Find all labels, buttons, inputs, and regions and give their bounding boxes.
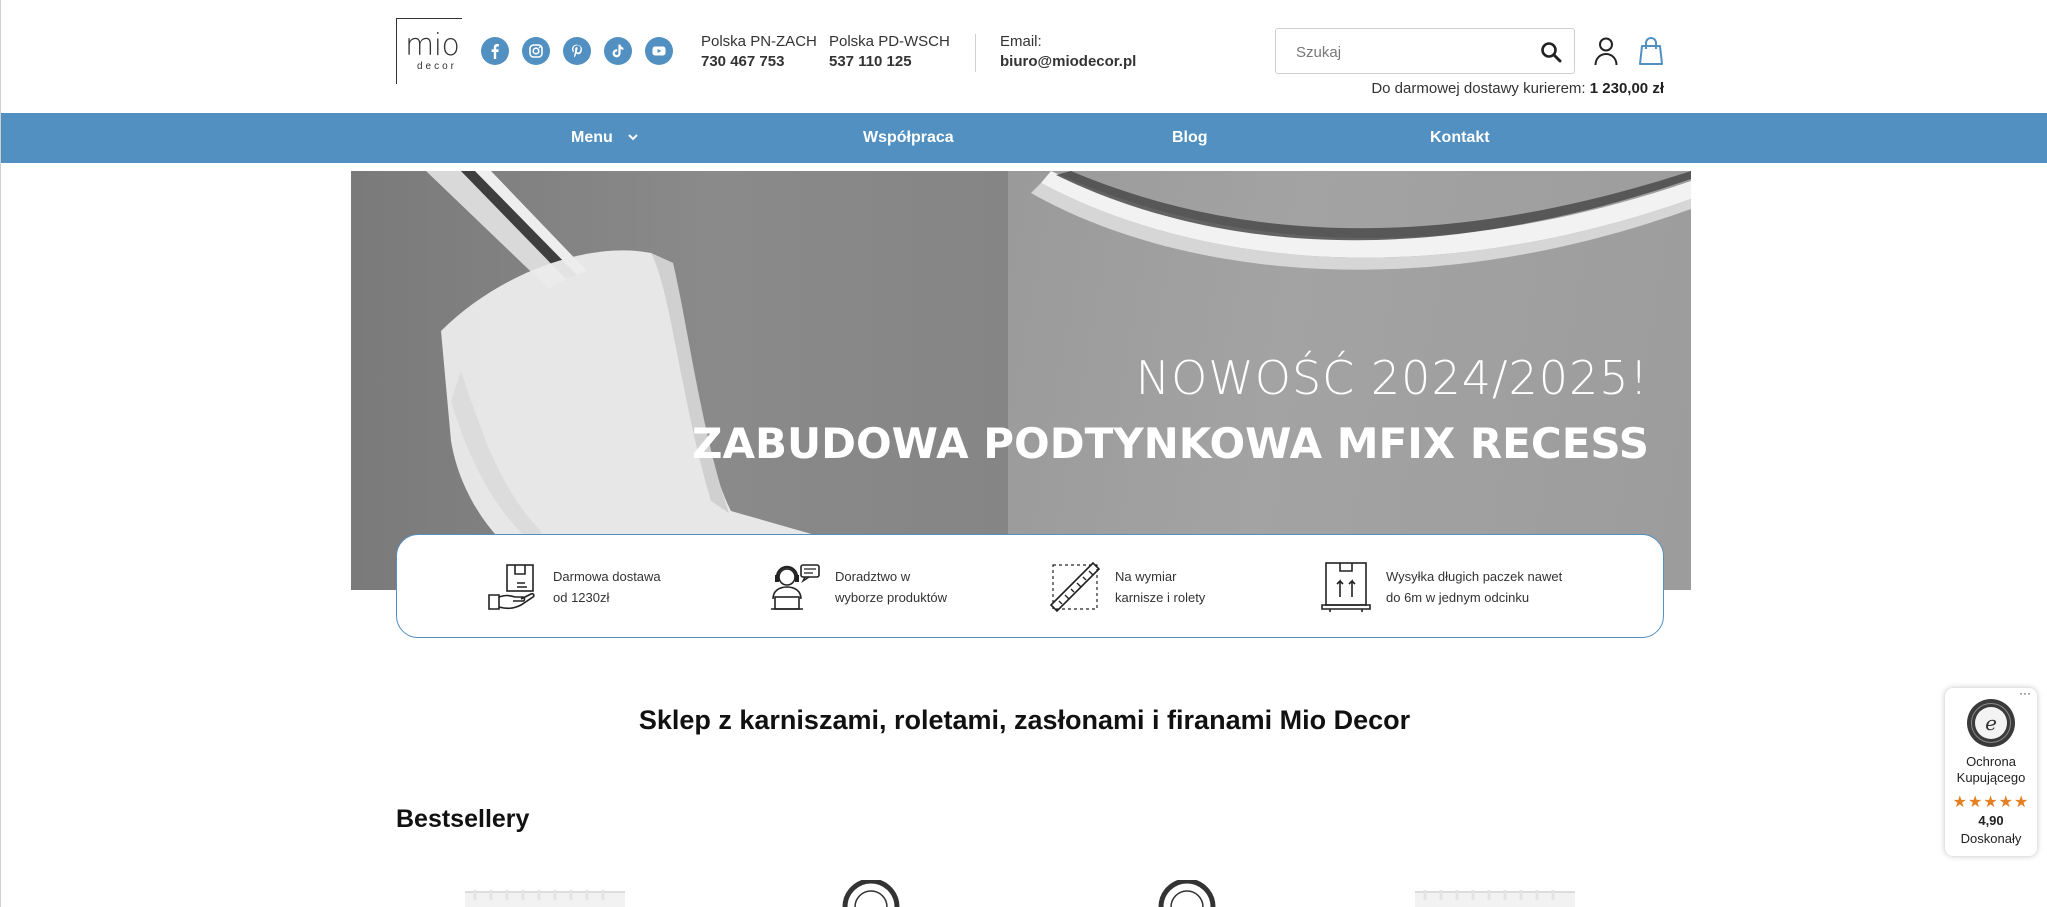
- pinterest-icon[interactable]: [563, 37, 591, 65]
- facebook-icon[interactable]: [481, 37, 509, 65]
- page-title: Sklep z karniszami, roletami, zasłonami …: [638, 705, 1411, 735]
- measure-ruler-icon: [1049, 561, 1101, 613]
- trusted-shops-badge[interactable]: ··· e Ochrona Kupującego ★★★★★ 4,90 Dosk…: [1945, 686, 2037, 856]
- free-shipping-info: Do darmowej dostawy kurierem: 1 230,00 z…: [1371, 80, 1664, 97]
- nav-item-menu[interactable]: Menu: [571, 113, 639, 163]
- buyer-protection-line1: Ochrona: [1966, 754, 2016, 769]
- product-thumbnail[interactable]: [841, 880, 901, 907]
- chevron-down-icon: [628, 134, 638, 141]
- search-icon[interactable]: [1540, 41, 1562, 63]
- nav-item-kontakt[interactable]: Kontakt: [1430, 113, 1490, 163]
- product-thumbnail[interactable]: [461, 880, 629, 907]
- logo-main-text: mio: [405, 28, 460, 63]
- svg-text:e: e: [1985, 711, 1997, 735]
- contact-divider: [975, 34, 976, 72]
- rating-score: 4,90: [1978, 813, 2004, 828]
- bestsellers-heading: Bestsellery: [396, 805, 530, 833]
- site-header: mio decor Polska PN-ZACH 730 467 753 Pol…: [1, 0, 2047, 113]
- contact-email-label: Email:: [1000, 33, 1042, 50]
- benefit-long-shipping: Wysyłka długich paczek nawet do 6m w jedn…: [1320, 561, 1562, 613]
- social-links: [481, 37, 673, 65]
- contact-east-phone[interactable]: 537 110 125: [829, 52, 950, 72]
- benefit-2-line2: wyborze produktów: [835, 590, 947, 605]
- tiktok-icon[interactable]: [604, 37, 632, 65]
- contact-east-label: Polska PD-WSCH: [829, 33, 950, 50]
- main-nav: Menu Współpraca Blog Kontakt: [1, 113, 2047, 163]
- hero-headline: NOWOŚĆ 2024/2025!: [1135, 351, 1649, 405]
- benefit-4-line1: Wysyłka długich paczek nawet: [1386, 569, 1563, 584]
- search-input[interactable]: [1296, 41, 1516, 63]
- benefit-1-line1: Darmowa dostawa: [553, 569, 661, 584]
- nav-item-blog[interactable]: Blog: [1172, 113, 1208, 163]
- buyer-protection-label: Ochrona Kupującego: [1945, 754, 2037, 786]
- cart-bag-icon[interactable]: [1638, 36, 1664, 66]
- benefit-free-delivery: Darmowa dostawa od 1230zł: [487, 561, 661, 613]
- benefit-3-line2: karnisze i rolety: [1115, 590, 1206, 605]
- long-package-icon: [1321, 562, 1371, 612]
- nav-item-menu-label: Menu: [571, 129, 613, 146]
- hero-subheadline: ZABUDOWA PODTYNKOWA MFIX RECESS: [692, 419, 1649, 468]
- contact-email: Email: biuro@miodecor.pl: [1000, 32, 1136, 72]
- contact-west: Polska PN-ZACH 730 467 753: [701, 32, 817, 72]
- rating-verdict: Doskonały: [1960, 831, 2022, 846]
- hero-banner[interactable]: NOWOŚĆ 2024/2025! ZABUDOWA PODTYNKOWA MF…: [351, 171, 1691, 590]
- benefit-2-line1: Doradztwo w: [835, 569, 911, 584]
- benefit-1-line2: od 1230zł: [553, 590, 610, 605]
- contact-east: Polska PD-WSCH 537 110 125: [829, 32, 950, 72]
- product-thumbnail[interactable]: [1157, 880, 1217, 907]
- contact-west-label: Polska PN-ZACH: [701, 33, 817, 50]
- benefit-custom-size: Na wymiar karnisze i rolety: [1049, 561, 1205, 613]
- account-icon[interactable]: [1593, 36, 1619, 66]
- contact-email-address[interactable]: biuro@miodecor.pl: [1000, 52, 1136, 72]
- nav-item-wspolpraca[interactable]: Współpraca: [863, 113, 954, 163]
- site-logo[interactable]: mio decor: [396, 18, 462, 84]
- trusted-seal-icon: e: [1967, 699, 2015, 747]
- benefit-4-line2: do 6m w jednym odcinku: [1386, 590, 1530, 605]
- consultant-icon: [771, 564, 820, 610]
- free-shipping-amount: 1 230,00 zł: [1589, 80, 1664, 97]
- logo-sub-text: decor: [417, 61, 458, 72]
- badge-menu-icon[interactable]: ···: [2019, 686, 2031, 700]
- benefits-bar: Darmowa dostawa od 1230zł Doradztwo w wybo…: [396, 534, 1664, 638]
- benefit-consulting: Doradztwo w wyborze produktów: [769, 561, 947, 613]
- free-shipping-text: Do darmowej dostawy kurierem:: [1371, 80, 1586, 97]
- delivery-box-icon: [488, 564, 535, 610]
- buyer-protection-line2: Kupującego: [1956, 770, 2026, 785]
- search-box: [1275, 28, 1575, 74]
- contact-west-phone[interactable]: 730 467 753: [701, 52, 817, 72]
- instagram-icon[interactable]: [522, 37, 550, 65]
- benefit-3-line1: Na wymiar: [1115, 569, 1177, 584]
- rating-stars: ★★★★★: [1952, 794, 2030, 811]
- product-thumbnail[interactable]: [1411, 880, 1579, 907]
- youtube-icon[interactable]: [645, 37, 673, 65]
